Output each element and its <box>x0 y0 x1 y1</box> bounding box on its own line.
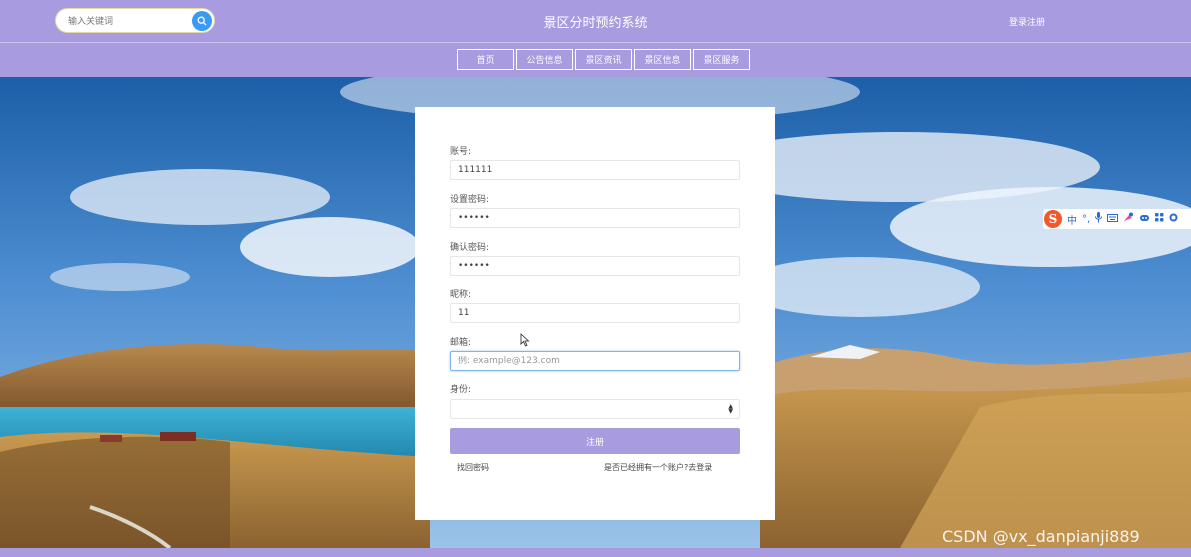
sogou-logo-icon[interactable]: S <box>1044 210 1062 228</box>
ime-toolbar: S 中 °, <box>1043 209 1191 229</box>
chevron-updown-icon: ▲ ▼ <box>728 403 733 415</box>
keyboard-icon[interactable] <box>1107 213 1119 225</box>
email-label: 邮箱: <box>450 338 472 348</box>
footer-band <box>0 548 1191 557</box>
confirm-password-label: 确认密码: <box>450 243 490 253</box>
nickname-input[interactable]: 11 <box>450 303 740 323</box>
account-label: 账号: <box>450 147 472 157</box>
register-form-card: 账号: 111111 设置密码: •••••• 确认密码: •••••• 昵称:… <box>415 107 775 520</box>
role-select[interactable]: ▲ ▼ <box>450 399 740 419</box>
email-input[interactable] <box>458 356 728 366</box>
confirm-password-input[interactable]: •••••• <box>450 256 740 276</box>
main-nav: 首页 公告信息 景区资讯 景区信息 景区服务 <box>0 43 1191 77</box>
login-register-link[interactable]: 登录注册 <box>1009 15 1045 28</box>
skin-icon[interactable] <box>1123 212 1134 226</box>
register-button[interactable]: 注册 <box>450 428 740 454</box>
mouse-pointer-icon <box>520 333 530 347</box>
forgot-password-link[interactable]: 找回密码 <box>457 462 489 473</box>
account-input[interactable]: 111111 <box>450 160 740 180</box>
password-input[interactable]: •••••• <box>450 208 740 228</box>
nav-scenic-news[interactable]: 景区资讯 <box>575 49 632 70</box>
csdn-watermark: CSDN @vx_danpianji889 <box>942 527 1140 546</box>
ime-mode-label[interactable]: 中 <box>1067 212 1077 227</box>
nav-home[interactable]: 首页 <box>457 49 514 70</box>
nav-announcements[interactable]: 公告信息 <box>516 49 573 70</box>
role-label: 身份: <box>450 385 472 395</box>
robot-icon[interactable] <box>1139 213 1150 225</box>
password-label: 设置密码: <box>450 195 490 205</box>
email-field <box>450 351 740 371</box>
go-login-link[interactable]: 是否已经拥有一个账户?去登录 <box>604 462 712 473</box>
microphone-icon[interactable] <box>1095 212 1103 226</box>
nav-scenic-info[interactable]: 景区信息 <box>634 49 691 70</box>
nickname-label: 昵称: <box>450 290 472 300</box>
nav-scenic-services[interactable]: 景区服务 <box>693 49 750 70</box>
top-header: 景区分时预约系统 登录注册 <box>0 0 1191 43</box>
grid-menu-icon[interactable] <box>1155 213 1164 225</box>
ime-punct-label[interactable]: °, <box>1082 214 1090 225</box>
settings-gear-icon[interactable] <box>1169 213 1178 225</box>
